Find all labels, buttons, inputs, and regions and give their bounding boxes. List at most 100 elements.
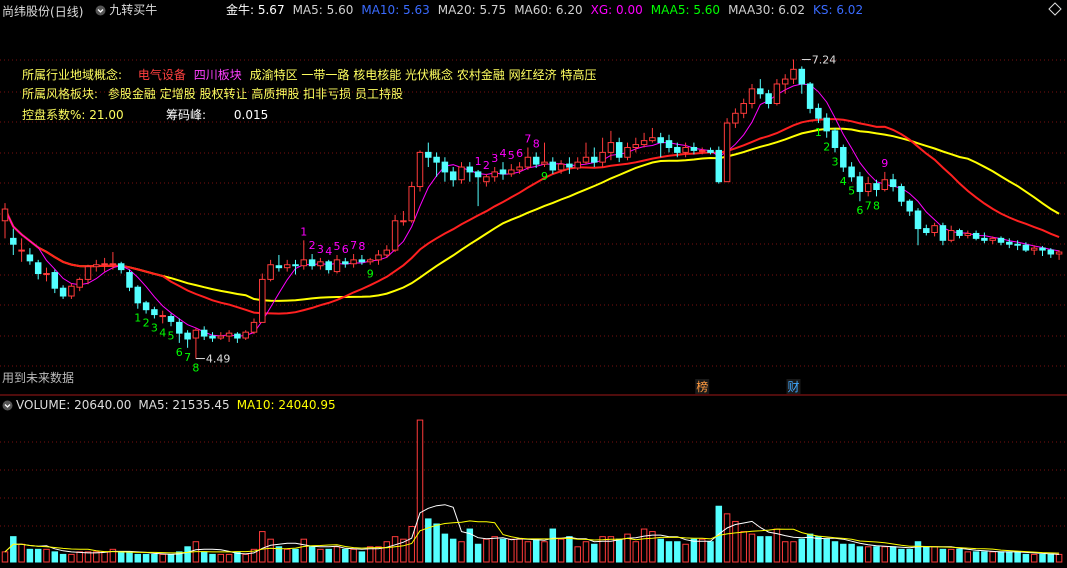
volume-bar: [308, 546, 316, 563]
volume-bar: [1014, 551, 1021, 563]
candle-body: [781, 78, 789, 85]
volume-bar: [217, 553, 225, 563]
candle-body: [391, 220, 399, 251]
volume-bar: [707, 541, 714, 563]
candle-body: [1055, 251, 1063, 255]
candle-body: [524, 156, 532, 168]
candle-body: [566, 163, 573, 168]
candle-body: [333, 259, 341, 273]
candle-body: [972, 232, 980, 239]
candle-body: [209, 335, 216, 339]
volume-bar: [1006, 551, 1013, 563]
volume-bar: [881, 546, 889, 563]
volume-bar: [906, 548, 913, 563]
volume-bar: [657, 538, 664, 563]
volume-bar: [300, 538, 308, 563]
volume-bar: [964, 551, 972, 563]
candle-body: [1014, 243, 1021, 246]
volume-bar: [765, 536, 772, 563]
volume-bar: [1030, 553, 1038, 563]
volume-bar: [997, 551, 1005, 563]
candle-body: [532, 156, 540, 165]
nine-turn-count: 7: [524, 132, 531, 145]
volume-bar: [10, 536, 17, 563]
volume-bar: [126, 551, 133, 563]
volume-bar: [242, 553, 249, 563]
candle-body: [632, 144, 640, 148]
volume-bar: [748, 533, 756, 563]
volume-bar: [989, 551, 996, 563]
candle-body: [491, 171, 498, 178]
volume-bar: [972, 551, 980, 563]
volume-bar: [142, 553, 150, 563]
candle-body: [665, 140, 673, 148]
volume-bar: [632, 541, 640, 563]
volume-bar: [856, 546, 864, 563]
candle-body: [1030, 247, 1038, 251]
volume-bar: [649, 531, 656, 563]
candle-body: [989, 237, 996, 241]
volume-bar: [665, 541, 673, 563]
nine-turn-count: 5: [168, 329, 175, 342]
volume-bar: [831, 541, 839, 563]
candle-body: [939, 225, 947, 241]
candle-body: [308, 259, 316, 267]
volume-bar: [557, 538, 565, 563]
candle-body: [914, 210, 922, 230]
candle-body: [234, 333, 241, 339]
volume-bar: [34, 548, 42, 563]
candle-body: [864, 183, 872, 192]
volume-bar: [981, 551, 988, 563]
volume-bar: [947, 548, 955, 563]
volume-bar: [151, 553, 158, 563]
candle-body: [34, 262, 42, 275]
kline-chart[interactable]: 1 2 3 4 56 7812 3 4 5 6 7 891 23 4 5 67 89123456 7 894.497…: [0, 0, 1067, 568]
volume-bar: [806, 533, 814, 563]
volume-bar: [840, 543, 847, 563]
nine-turn-count: 7: [865, 199, 872, 212]
candle-body: [881, 179, 889, 191]
nine-turn-count: 4: [500, 147, 507, 160]
nine-turn-count: 1: [815, 126, 822, 139]
candle-body: [292, 264, 299, 267]
volume-bar: [549, 528, 557, 563]
candle-body: [267, 264, 274, 280]
candle-body: [441, 161, 449, 173]
nine-turn-count: 5: [508, 149, 515, 162]
candle-body: [200, 329, 208, 337]
candle-body: [690, 146, 698, 151]
candle-body: [84, 266, 92, 280]
volume-bar: [591, 543, 598, 563]
nine-turn-count: 2: [823, 141, 830, 154]
candle-body: [757, 88, 764, 95]
volume-bar: [690, 538, 698, 563]
volume-bar: [532, 538, 540, 563]
volume-bar: [848, 543, 855, 563]
candle-body: [541, 161, 548, 165]
low-price-label: 4.49: [206, 353, 231, 366]
candle-body: [765, 93, 772, 105]
candle-body: [964, 232, 972, 236]
candle-body: [375, 254, 382, 261]
candle-body: [300, 259, 308, 267]
volume-bar: [798, 538, 806, 563]
candle-body: [408, 186, 415, 222]
candle-body: [574, 161, 581, 169]
nine-turn-count: 7: [350, 239, 357, 252]
volume-bar: [790, 541, 797, 563]
nine-turn-count: 2: [143, 317, 150, 330]
volume-bar: [283, 548, 291, 563]
volume-bar: [1022, 553, 1030, 563]
candle-body: [458, 166, 465, 181]
volume-bar: [101, 551, 108, 563]
volume-bar: [383, 541, 391, 563]
candle-body: [997, 237, 1005, 243]
candle-body: [142, 302, 150, 311]
nine-turn-count: 8: [533, 137, 540, 150]
volume-bar: [51, 551, 59, 563]
candle-body: [1, 208, 9, 222]
volume-bar: [1, 551, 9, 563]
nine-turn-count: 3: [151, 321, 158, 334]
volume-bar: [259, 531, 266, 563]
volume-bar: [864, 546, 872, 563]
